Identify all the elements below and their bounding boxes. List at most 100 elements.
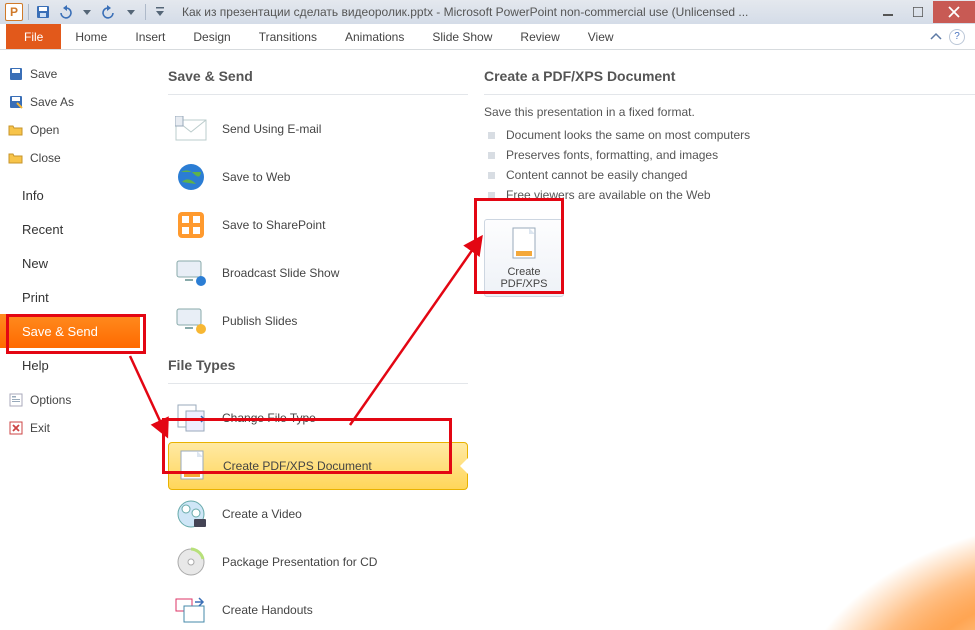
opt-broadcast[interactable]: Broadcast Slide Show [168, 249, 468, 297]
pdf-icon [506, 226, 542, 262]
tab-insert[interactable]: Insert [121, 24, 179, 49]
separator [28, 4, 29, 20]
bullet: Content cannot be easily changed [484, 165, 975, 185]
window-controls [873, 1, 975, 23]
opt-package-cd[interactable]: Package Presentation for CD [168, 538, 468, 586]
redo-icon[interactable] [99, 2, 119, 22]
broadcast-icon [174, 256, 208, 290]
file-types-heading: File Types [168, 357, 468, 373]
tab-file[interactable]: File [6, 24, 61, 49]
backstage-view: Save Save As Open Close Info Recent New … [0, 50, 975, 630]
save-send-column: Save & Send Send Using E-mail Save to We… [168, 68, 468, 630]
label: Create a Video [222, 507, 302, 521]
opt-change-file-type[interactable]: Change File Type [168, 394, 468, 442]
opt-save-web[interactable]: Save to Web [168, 153, 468, 201]
label: Save to Web [222, 170, 290, 184]
label: Create PDF/XPS Document [223, 459, 372, 473]
label: Package Presentation for CD [222, 555, 377, 569]
separator [145, 4, 146, 20]
divider [484, 94, 975, 95]
label: Create Handouts [222, 603, 313, 617]
divider [168, 94, 468, 95]
video-icon [174, 497, 208, 531]
opt-create-handouts[interactable]: Create Handouts [168, 586, 468, 630]
help-icon[interactable]: ? [949, 29, 965, 45]
detail-heading: Create a PDF/XPS Document [484, 68, 975, 84]
ribbon-tabs: File Home Insert Design Transitions Anim… [0, 24, 975, 50]
minimize-button[interactable] [873, 1, 903, 23]
label: Send Using E-mail [222, 122, 321, 136]
publish-icon [174, 304, 208, 338]
save-send-heading: Save & Send [168, 68, 468, 84]
save-icon[interactable] [33, 2, 53, 22]
dropdown-icon[interactable] [77, 2, 97, 22]
bullet: Free viewers are available on the Web [484, 185, 975, 205]
opt-publish-slides[interactable]: Publish Slides [168, 297, 468, 345]
tab-view[interactable]: View [574, 24, 628, 49]
opt-save-sharepoint[interactable]: Save to SharePoint [168, 201, 468, 249]
app-icon[interactable]: P [4, 2, 24, 22]
options-icon [8, 392, 24, 408]
nav-save-as[interactable]: Save As [0, 88, 140, 116]
label: Broadcast Slide Show [222, 266, 339, 280]
tab-home[interactable]: Home [61, 24, 121, 49]
label: Save [30, 67, 57, 81]
opt-create-pdf-xps[interactable]: Create PDF/XPS Document [168, 442, 468, 490]
nav-info[interactable]: Info [0, 178, 140, 212]
label: Exit [30, 421, 50, 435]
tab-slideshow[interactable]: Slide Show [418, 24, 506, 49]
nav-save-send[interactable]: Save & Send [0, 314, 140, 348]
sharepoint-icon [174, 208, 208, 242]
label: Open [30, 123, 59, 137]
opt-send-email[interactable]: Send Using E-mail [168, 105, 468, 153]
tab-transitions[interactable]: Transitions [245, 24, 331, 49]
label: Options [30, 393, 71, 407]
label: Publish Slides [222, 314, 297, 328]
pdf-icon [175, 449, 209, 483]
dropdown-icon[interactable] [121, 2, 141, 22]
nav-recent[interactable]: Recent [0, 212, 140, 246]
handouts-icon [174, 593, 208, 627]
create-pdf-xps-button[interactable]: CreatePDF/XPS [484, 219, 564, 297]
tab-animations[interactable]: Animations [331, 24, 418, 49]
nav-open[interactable]: Open [0, 116, 140, 144]
exit-icon [8, 420, 24, 436]
cd-icon [174, 545, 208, 579]
globe-icon [174, 160, 208, 194]
customize-qat-icon[interactable] [150, 2, 170, 22]
window-title: Как из презентации сделать видеоролик.pp… [174, 5, 873, 19]
maximize-button[interactable] [903, 1, 933, 23]
nav-print[interactable]: Print [0, 280, 140, 314]
tab-review[interactable]: Review [506, 24, 573, 49]
tab-design[interactable]: Design [179, 24, 244, 49]
close-button[interactable] [933, 1, 975, 23]
detail-pane: Create a PDF/XPS Document Save this pres… [468, 68, 975, 630]
backstage-left-nav: Save Save As Open Close Info Recent New … [0, 50, 140, 630]
email-icon [174, 112, 208, 146]
label: Change File Type [222, 411, 316, 425]
nav-save[interactable]: Save [0, 60, 140, 88]
nav-new[interactable]: New [0, 246, 140, 280]
save-as-icon [8, 94, 24, 110]
minimize-ribbon-icon[interactable] [929, 30, 943, 44]
opt-create-video[interactable]: Create a Video [168, 490, 468, 538]
folder-close-icon [8, 150, 24, 166]
nav-close[interactable]: Close [0, 144, 140, 172]
quick-access-toolbar: P [0, 2, 174, 22]
nav-exit[interactable]: Exit [0, 414, 140, 442]
label: Save to SharePoint [222, 218, 325, 232]
label: Save As [30, 95, 74, 109]
bullet: Preserves fonts, formatting, and images [484, 145, 975, 165]
nav-help[interactable]: Help [0, 348, 140, 382]
label-line2: PDF/XPS [500, 278, 547, 290]
change-type-icon [174, 401, 208, 435]
backstage-content: Save & Send Send Using E-mail Save to We… [140, 50, 975, 630]
save-icon [8, 66, 24, 82]
title-bar: P Как из презентации сделать видеоролик.… [0, 0, 975, 24]
nav-options[interactable]: Options [0, 386, 140, 414]
undo-icon[interactable] [55, 2, 75, 22]
folder-open-icon [8, 122, 24, 138]
label: Close [30, 151, 61, 165]
bullet: Document looks the same on most computer… [484, 125, 975, 145]
label-line1: Create [507, 266, 540, 278]
